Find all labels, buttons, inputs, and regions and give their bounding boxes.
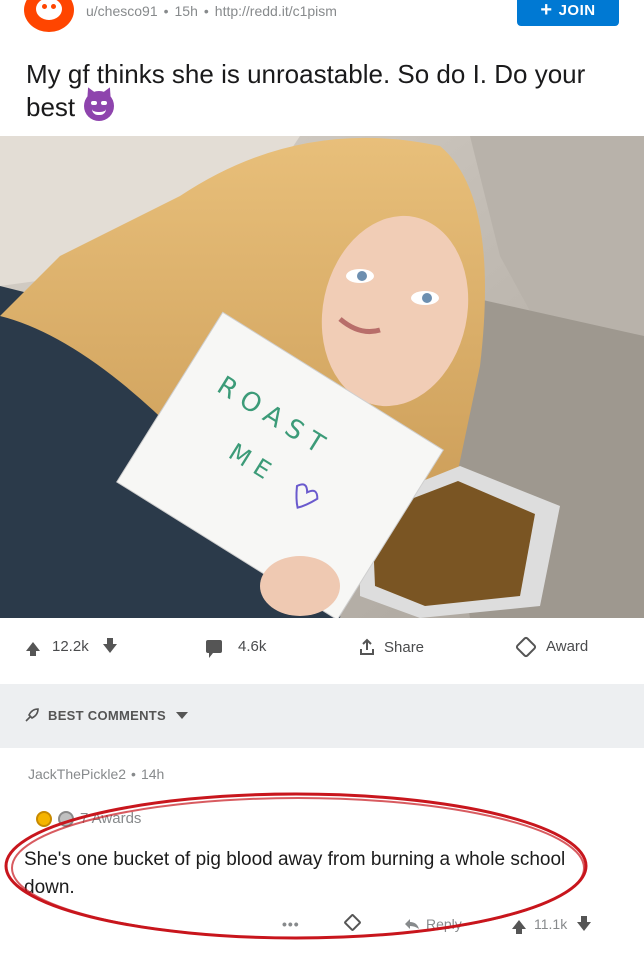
award-label: Award	[546, 638, 589, 655]
post-age: 15h	[174, 3, 198, 19]
award-button[interactable]: Award	[514, 635, 589, 658]
post-link[interactable]: http://redd.it/c1pism	[215, 3, 337, 19]
upvote-icon[interactable]	[26, 642, 40, 656]
post-header: u/chesco91 • 15h • http://redd.it/c1pism + J…	[0, 0, 644, 40]
gold-award-icon	[36, 810, 52, 827]
post-image[interactable]: ROAST ME	[0, 136, 644, 618]
silver-award-icon	[58, 810, 74, 827]
comment-award-button[interactable]	[343, 913, 362, 932]
comment-icon	[206, 640, 222, 658]
comment-upvote-icon[interactable]	[512, 919, 526, 934]
award-icon	[343, 913, 362, 932]
post-author[interactable]: u/chesco91	[86, 3, 158, 19]
comment-awards[interactable]: 7 Awards	[36, 810, 141, 827]
comment-body: She's one bucket of pig blood away from …	[24, 849, 566, 898]
comment-action-bar: ••• Reply 11.1k	[0, 912, 644, 942]
post-photo-illustration: ROAST ME	[0, 136, 644, 618]
chevron-down-icon	[176, 711, 189, 719]
award-icon	[514, 635, 538, 658]
comment-count: 4.6k	[238, 638, 267, 655]
post-title: My gf thinks she is unroastable. So do I…	[26, 58, 616, 124]
join-button[interactable]: + JOIN	[517, 0, 619, 26]
subreddit-avatar-icon[interactable]	[24, 0, 74, 32]
vote-group: 12.2k	[26, 638, 117, 656]
awards-count: 7 Awards	[80, 810, 142, 827]
rocket-icon	[25, 708, 39, 722]
post-action-bar: 12.2k 4.6k Share Award	[0, 632, 644, 668]
smiling-devil-emoji-icon	[84, 91, 115, 121]
reply-label: Reply	[426, 916, 462, 932]
upvote-count: 12.2k	[52, 638, 89, 655]
downvote-icon[interactable]	[102, 638, 117, 653]
comment-age: 14h	[140, 766, 165, 782]
comment-downvote-icon[interactable]	[577, 915, 592, 931]
reply-icon	[405, 919, 419, 929]
share-button[interactable]: Share	[358, 638, 424, 656]
comment-vote-group: 11.1k	[512, 915, 592, 934]
share-label: Share	[384, 638, 425, 656]
more-options-button[interactable]: •••	[282, 916, 300, 932]
comment-score: 11.1k	[534, 916, 568, 932]
reply-button[interactable]: Reply	[404, 916, 462, 932]
sort-dropdown[interactable]: BEST COMMENTS	[24, 707, 189, 723]
comment-meta: JackThePickle2 • 14h	[28, 766, 165, 782]
comment-author[interactable]: JackThePickle2	[28, 766, 126, 782]
plus-icon: +	[540, 0, 553, 21]
comments-button[interactable]: 4.6k	[206, 638, 267, 658]
post-meta: u/chesco91 • 15h • http://redd.it/c1pism	[86, 3, 337, 19]
join-label: JOIN	[558, 1, 596, 19]
share-icon	[360, 638, 374, 655]
sort-label: BEST COMMENTS	[48, 707, 167, 723]
